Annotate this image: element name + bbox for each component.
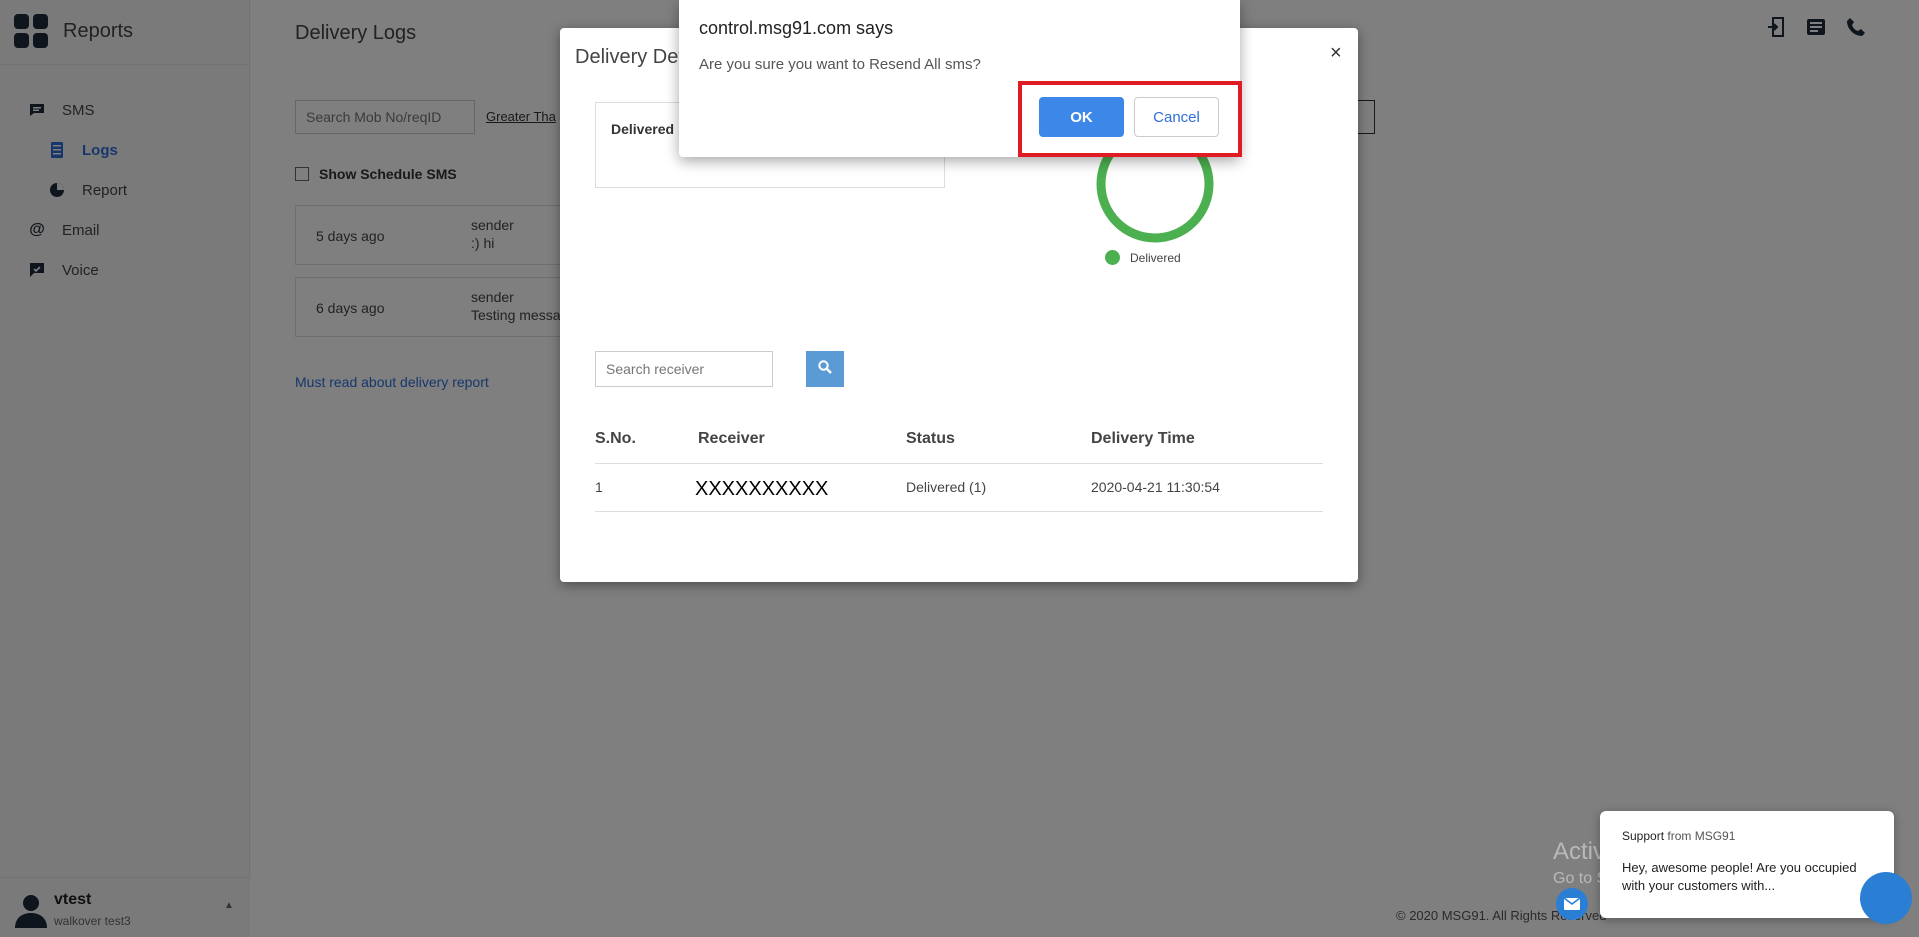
chat-avatar[interactable] <box>1556 888 1588 920</box>
chat-message: Hey, awesome people! Are you occupied wi… <box>1622 860 1857 893</box>
envelope-icon <box>1563 897 1581 910</box>
modal-title: Delivery Det <box>575 46 684 68</box>
confirm-dialog: control.msg91.com says Are you sure you … <box>679 0 1242 157</box>
col-header-sno: S.No. <box>595 430 636 447</box>
chart-legend: Delivered <box>1105 250 1181 265</box>
confirm-message: Are you sure you want to Resend All sms? <box>699 56 981 73</box>
table-row: 1 XXXXXXXXXX Delivered (1) 2020-04-21 11… <box>595 464 1323 512</box>
status-label: Delivered <box>611 121 675 137</box>
receiver-search-input[interactable] <box>595 351 773 387</box>
legend-swatch <box>1105 250 1120 265</box>
search-icon <box>818 359 832 379</box>
legend-label: Delivered <box>1130 250 1181 265</box>
cell-status: Delivered (1) <box>906 479 987 495</box>
chat-from-name: Support <box>1622 829 1665 843</box>
support-chat-popup[interactable]: Support from MSG91 Hey, awesome people! … <box>1600 811 1894 918</box>
cancel-button[interactable]: Cancel <box>1134 97 1219 137</box>
col-header-delivery-time: Delivery Time <box>1091 430 1195 447</box>
search-button[interactable] <box>806 351 844 387</box>
cell-receiver: XXXXXXXXXX <box>695 478 829 500</box>
col-header-receiver: Receiver <box>698 430 765 447</box>
chat-from: Support from MSG91 <box>1622 829 1735 843</box>
confirm-title: control.msg91.com says <box>699 18 894 38</box>
col-header-status: Status <box>906 430 955 447</box>
ok-button[interactable]: OK <box>1039 97 1124 137</box>
cell-delivery-time: 2020-04-21 11:30:54 <box>1091 479 1220 495</box>
chat-launcher-button[interactable] <box>1860 872 1912 924</box>
table-header: S.No. Receiver Status Delivery Time <box>595 428 1323 464</box>
cell-sno: 1 <box>595 479 603 495</box>
chat-from-suffix: from MSG91 <box>1667 829 1736 843</box>
close-icon[interactable]: × <box>1330 42 1342 65</box>
